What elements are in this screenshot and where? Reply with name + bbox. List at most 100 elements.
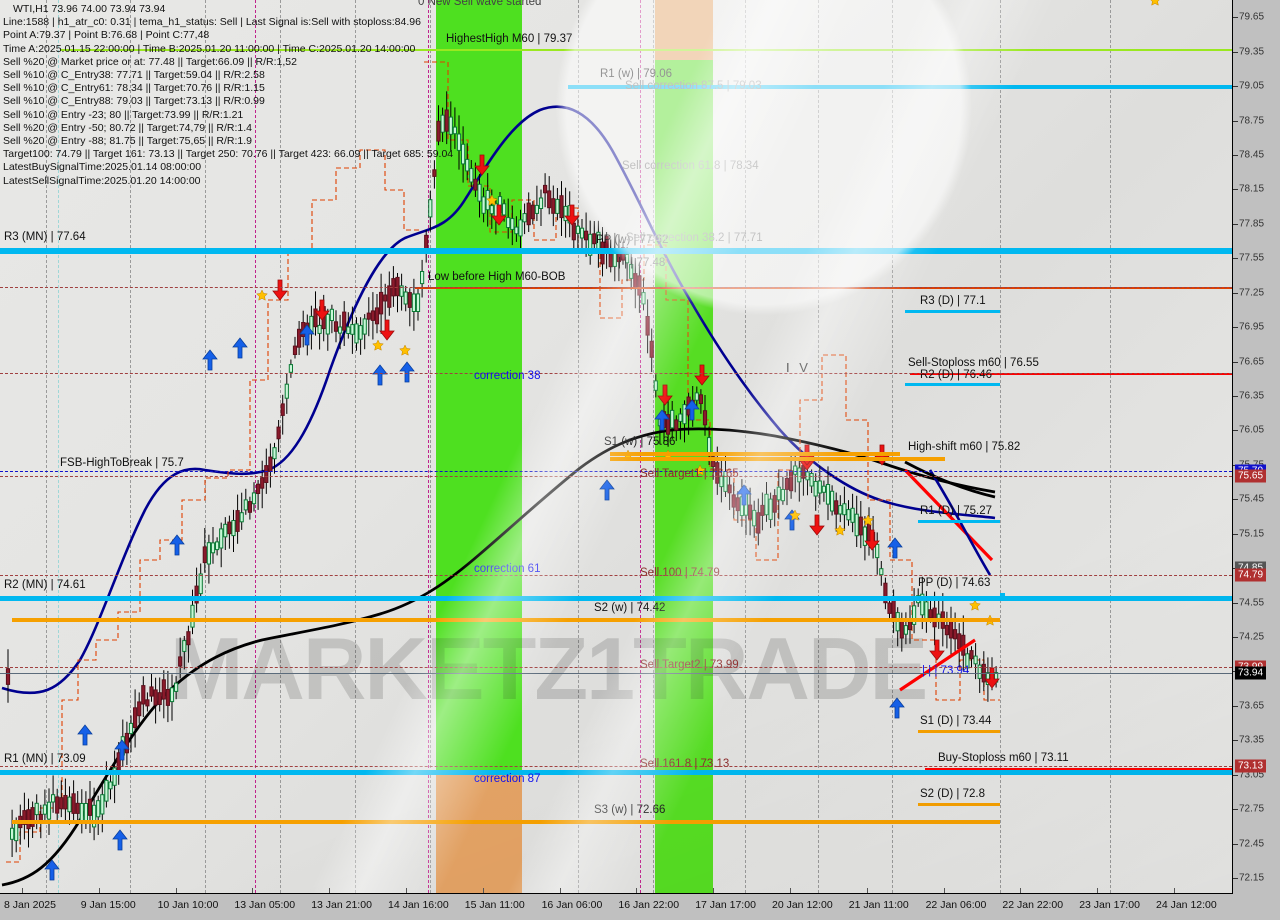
info-line: Time A:2025.01.15 22:00:00 | Time B:2025…: [3, 42, 416, 55]
time-tick-mark: [252, 888, 254, 893]
price-tick-mark: [1233, 258, 1238, 260]
time-tick-mark: [790, 888, 791, 893]
level-label-sell-target-2: Sell Target2 | 73.99: [640, 658, 739, 671]
price-tick-label: 76.05: [1239, 424, 1265, 436]
helper-dashed-line: [0, 765, 1232, 767]
info-line: Sell %10 @ C_Entry88: 79.03 || Target:73…: [3, 95, 265, 108]
level-label-r2-monthly: R2 (MN) | 74.61: [4, 578, 86, 591]
price-tick-label: 74.25: [1239, 631, 1265, 643]
time-tick-label: 21 Jan 11:00: [848, 899, 909, 911]
correction-label-2: correction 61: [474, 563, 541, 575]
price-tick-mark: [1233, 292, 1238, 294]
level-line-s1-weekly[interactable]: [610, 452, 900, 457]
info-line: Sell %20 @ Market price or at: 77.48 || …: [3, 55, 297, 68]
price-tick-label: 79.05: [1239, 80, 1265, 92]
time-tick-label: 23 Jan 17:00: [1079, 899, 1140, 911]
time-tick-mark: [175, 888, 177, 893]
price-tick-mark: [1233, 189, 1238, 191]
info-line: LatestSellSignalTime:2025.01.20 14:00:00: [3, 174, 201, 187]
time-tick-mark: [22, 888, 23, 893]
level-line-r2-daily[interactable]: [905, 383, 1000, 387]
price-tick-label: 77.55: [1239, 252, 1265, 264]
price-tick-mark: [1233, 637, 1238, 639]
time-tick-mark: [482, 888, 484, 893]
time-tick-mark: [943, 888, 945, 893]
time-tick-mark: [866, 888, 868, 893]
level-label-r2-daily: R2 (D) | 76.46: [920, 369, 993, 382]
level-line-high-shift-m60[interactable]: [610, 456, 945, 461]
price-tick-label: 76.65: [1239, 356, 1265, 368]
time-tick-label: 10 Jan 10:00: [157, 899, 219, 911]
current-price-line: [0, 672, 1232, 674]
time-tick-mark: [329, 888, 331, 893]
level-label-buy-stoploss-m60: Buy-Stoploss m60 | 73.11: [938, 751, 1069, 764]
price-tick-label: 72.45: [1239, 838, 1265, 850]
price-tick-label: 78.45: [1239, 149, 1265, 161]
level-label-s2-weekly: S2 (w) | 74.42: [594, 601, 666, 614]
level-label-s1-daily: S1 (D) | 73.44: [920, 715, 992, 727]
level-label-s3-weekly: S3 (w) | 72.66: [594, 803, 666, 816]
price-tick-mark: [1233, 705, 1238, 707]
level-line-s2-weekly[interactable]: [12, 617, 1000, 622]
time-tick-mark: [636, 888, 638, 893]
time-tick-label: 16 Jan 06:00: [541, 899, 603, 911]
level-line-r3-daily[interactable]: [905, 309, 1000, 313]
time-tick-label: 16 Jan 22:00: [618, 899, 680, 911]
time-tick-label: 20 Jan 12:00: [772, 899, 833, 911]
level-label-high-shift-m60: High-shift m60 | 75.82: [908, 440, 1021, 453]
price-tick-mark: [1233, 774, 1238, 776]
price-tick-label: 77.85: [1239, 218, 1265, 230]
level-label-s1-weekly: S1 (w) | 75.86: [604, 436, 676, 449]
price-tick-mark: [1233, 430, 1238, 432]
helper-dashed-line: [0, 666, 1232, 668]
price-tick-mark: [1233, 120, 1238, 122]
level-line-r1-daily[interactable]: [918, 519, 1000, 523]
level-label-low-before-high: Low before High M60-BOB: [428, 270, 566, 283]
helper-dashed-line: [0, 286, 1232, 288]
level-label-s2-daily: S2 (D) | 72.8: [920, 788, 985, 801]
level-label-r3-daily: R3 (D) | 77.1: [920, 294, 986, 307]
level-line-s3-weekly[interactable]: [12, 819, 1000, 824]
level-line-s2-daily[interactable]: [918, 803, 1000, 807]
time-tick-label: 22 Jan 22:00: [1002, 899, 1064, 911]
time-tick-mark: [98, 888, 100, 893]
time-tick-label: 8 Jan 2025: [4, 899, 56, 911]
price-tick-mark: [1233, 17, 1238, 19]
info-line: Line:1588 | h1_atr_c0: 0.31 | tema_h1_st…: [3, 16, 421, 29]
chart-info-panel: WTI,H1 73.96 74.00 73.94 73.94 Line:1588…: [3, 3, 453, 188]
level-label-point-c: | | | 77.48: [618, 257, 666, 270]
time-tick-mark: [1097, 888, 1099, 893]
info-line: Sell %10 @ C_Entry61: 78.34 || Target:70…: [3, 82, 265, 95]
level-label-sell-correction-618: Sell correction 61.8 | 78.34: [622, 159, 759, 172]
helper-dashed-line: [0, 575, 1232, 577]
time-axis[interactable]: 8 Jan 2025 9 Jan 15:00 10 Jan 10:00 13 Jan …: [0, 888, 1280, 920]
time-tick-label: 17 Jan 17:00: [695, 899, 756, 911]
level-label-fsb-high-to-break: FSB-HighToBreak | 75.7: [60, 456, 184, 469]
level-line-r2-monthly[interactable]: [0, 595, 1232, 601]
level-line-r3-monthly[interactable]: [0, 247, 1232, 253]
level-label-r1-weekly: R1 (w) | 79.06: [600, 67, 673, 80]
price-tick-mark: [1233, 86, 1238, 88]
level-label-sell-stoploss-m60: Sell-Stoploss m60 | 76.55: [908, 357, 1039, 370]
level-line-fsb-high-to-break[interactable]: [0, 470, 1232, 472]
info-line: Target100: 74.79 || Target 161: 73.13 ||…: [3, 148, 454, 161]
helper-dashed-line: [0, 476, 1232, 478]
info-line: Sell %20 @ Entry -50; 80.72 || Target:74…: [3, 121, 253, 134]
wave-label: I V: [786, 360, 811, 375]
info-line: Sell %10 @ Entry -23; 80 || Target:73.99…: [3, 108, 244, 121]
price-tick-mark: [1233, 602, 1238, 604]
price-tick-label: 78.75: [1239, 115, 1265, 127]
time-tick-label: 22 Jan 06:00: [925, 899, 987, 911]
trading-chart-window: MARKETZ1TRADE .mab{fill:none;stroke:#000…: [0, 0, 1280, 920]
price-tick-mark: [1233, 878, 1238, 880]
level-label-r1-daily: R1 (D) | 75.27: [920, 504, 993, 517]
price-tag-73.13: 73.13: [1235, 759, 1267, 773]
chart-plot-area[interactable]: MARKETZ1TRADE .mab{fill:none;stroke:#000…: [0, 0, 1233, 894]
time-tick-mark: [406, 888, 407, 893]
price-tick-label: 79.65: [1239, 11, 1265, 23]
level-line-s1-daily[interactable]: [918, 730, 1000, 733]
level-line-r1-monthly[interactable]: [0, 770, 1232, 776]
price-tick-mark: [1233, 533, 1238, 535]
level-label-sell-1618: Sell 161.8 | 73.13: [640, 757, 730, 770]
price-tick-mark: [1233, 327, 1238, 329]
